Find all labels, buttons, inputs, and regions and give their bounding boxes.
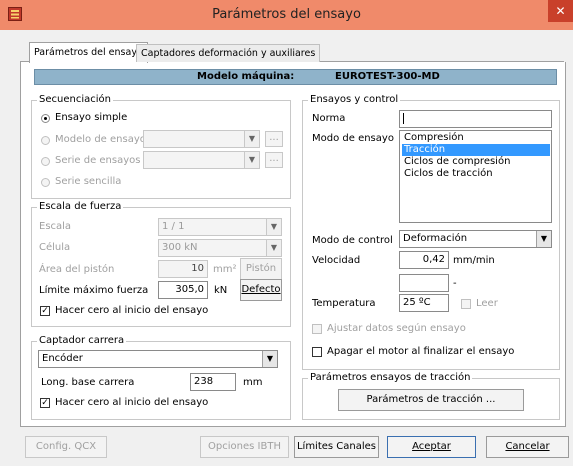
defecto-button[interactable]: Defecto [240,279,282,301]
escala-select[interactable]: 1 / 1 ▼ [158,218,282,236]
long-base-input[interactable]: 238 [190,373,236,391]
limite-fuerza-label: Límite máximo fuerza [39,285,149,296]
list-item[interactable]: Ciclos de compresión [402,156,550,168]
extra-input[interactable] [399,274,449,292]
velocidad-label: Velocidad [312,255,361,266]
window-title: Parámetros del ensayo [212,7,361,22]
serie-ensayos-label: Serie de ensayos [55,155,141,166]
area-piston-label: Área del pistón [39,264,115,275]
long-base-unit: mm [243,377,263,388]
leer-label: Leer [476,298,498,309]
encoder-value: Encóder [42,353,83,364]
celula-value: 300 kN [162,242,198,253]
limites-canales-button[interactable]: Límites Canales [294,436,379,458]
ajustar-datos-label: Ajustar datos según ensayo [327,323,466,334]
hacer-cero-carrera-checkbox[interactable]: ✓ [40,398,50,408]
ensayos-control-legend: Ensayos y control [308,94,401,106]
limite-fuerza-input[interactable]: 305,0 [158,281,208,299]
parametros-traccion-button[interactable]: Parámetros de tracción ... [338,389,524,411]
chevron-down-icon: ▼ [536,231,551,247]
celula-label: Célula [39,242,71,253]
modo-ensayo-label: Modo de ensayo [312,133,394,144]
serie-sencilla-label: Serie sencilla [55,176,122,187]
config-qcx-button[interactable]: Config. QCX [25,436,107,458]
modelo-ensayo-label: Modelo de ensayo [55,134,146,145]
chevron-down-icon: ▼ [244,152,259,168]
text-cursor [403,112,404,124]
serie-ensayos-radio[interactable] [41,157,50,166]
velocidad-input[interactable]: 0,42 [399,251,449,269]
apagar-motor-label: Apagar el motor al finalizar el ensayo [327,346,515,357]
machine-model-banner: Modelo máquina: EUROTEST-300-MD [34,69,557,85]
list-item-selected[interactable]: Tracción [402,144,550,156]
celula-select[interactable]: 300 kN ▼ [158,239,282,257]
modo-control-select[interactable]: Deformación ▼ [399,230,552,248]
chevron-down-icon: ▼ [266,219,281,235]
list-item[interactable]: Compresión [402,132,550,144]
aceptar-button-label: Aceptar [412,441,451,452]
hacer-cero-fuerza-label: Hacer cero al inicio del ensayo [55,305,209,316]
piston-button[interactable]: Pistón [240,258,282,280]
tab-captadores[interactable]: Captadores deformación y auxiliares [136,44,321,62]
close-icon: ✕ [555,4,566,18]
modo-control-value: Deformación [403,233,468,244]
extra-unit: - [453,278,457,289]
velocidad-unit: mm/min [453,255,495,266]
modo-control-label: Modo de control [312,235,393,246]
apagar-motor-checkbox[interactable] [312,347,322,357]
machine-model-label: Modelo máquina: [197,71,295,82]
chevron-down-icon: ▼ [266,240,281,256]
long-base-label: Long. base carrera [41,377,135,388]
captador-carrera-legend: Captador carrera [37,335,127,347]
ensayo-simple-label: Ensayo simple [55,112,128,123]
norma-input[interactable] [399,110,552,128]
traccion-legend: Parámetros ensayos de tracción [308,372,473,384]
modo-ensayo-list[interactable]: Compresión Tracción Ciclos de compresión… [399,130,552,223]
serie-ensayos-select[interactable]: ▼ [143,151,260,169]
secuenciacion-legend: Secuenciación [37,94,113,106]
limite-fuerza-unit: kN [214,285,228,296]
leer-checkbox[interactable] [461,299,471,309]
chevron-down-icon: ▼ [244,131,259,147]
temperatura-input[interactable]: 25 ºC [399,294,449,312]
temperatura-label: Temperatura [312,298,376,309]
norma-label: Norma [312,113,346,124]
opciones-ibth-button[interactable]: Opciones IBTH [200,436,289,458]
tab-parametros-ensayo[interactable]: Parámetros del ensayo [29,42,148,63]
ajustar-datos-checkbox[interactable] [312,324,322,334]
cancelar-button-label: Cancelar [505,441,550,452]
modelo-ensayo-browse-button[interactable]: ... [265,131,283,147]
machine-model-value: EUROTEST-300-MD [335,71,440,82]
close-button[interactable]: ✕ [548,0,573,22]
serie-ensayos-browse-button[interactable]: ... [265,152,283,168]
aceptar-button[interactable]: Aceptar [387,436,476,458]
list-item[interactable]: Ciclos de tracción [402,168,550,180]
chevron-down-icon: ▼ [262,351,277,367]
modelo-ensayo-radio[interactable] [41,136,50,145]
defecto-button-label: Defecto [241,284,281,295]
ensayo-simple-radio[interactable] [41,114,50,123]
encoder-select[interactable]: Encóder ▼ [38,350,278,368]
escala-label: Escala [39,221,72,232]
modelo-ensayo-select[interactable]: ▼ [143,130,260,148]
area-piston-unit: mm² [213,264,237,275]
cancelar-button[interactable]: Cancelar [486,436,569,458]
serie-sencilla-radio[interactable] [41,178,50,187]
area-piston-input[interactable]: 10 [158,260,208,278]
escala-value: 1 / 1 [162,221,185,232]
hacer-cero-carrera-label: Hacer cero al inicio del ensayo [55,397,209,408]
escala-fuerza-legend: Escala de fuerza [37,201,124,213]
hacer-cero-fuerza-checkbox[interactable]: ✓ [40,306,50,316]
